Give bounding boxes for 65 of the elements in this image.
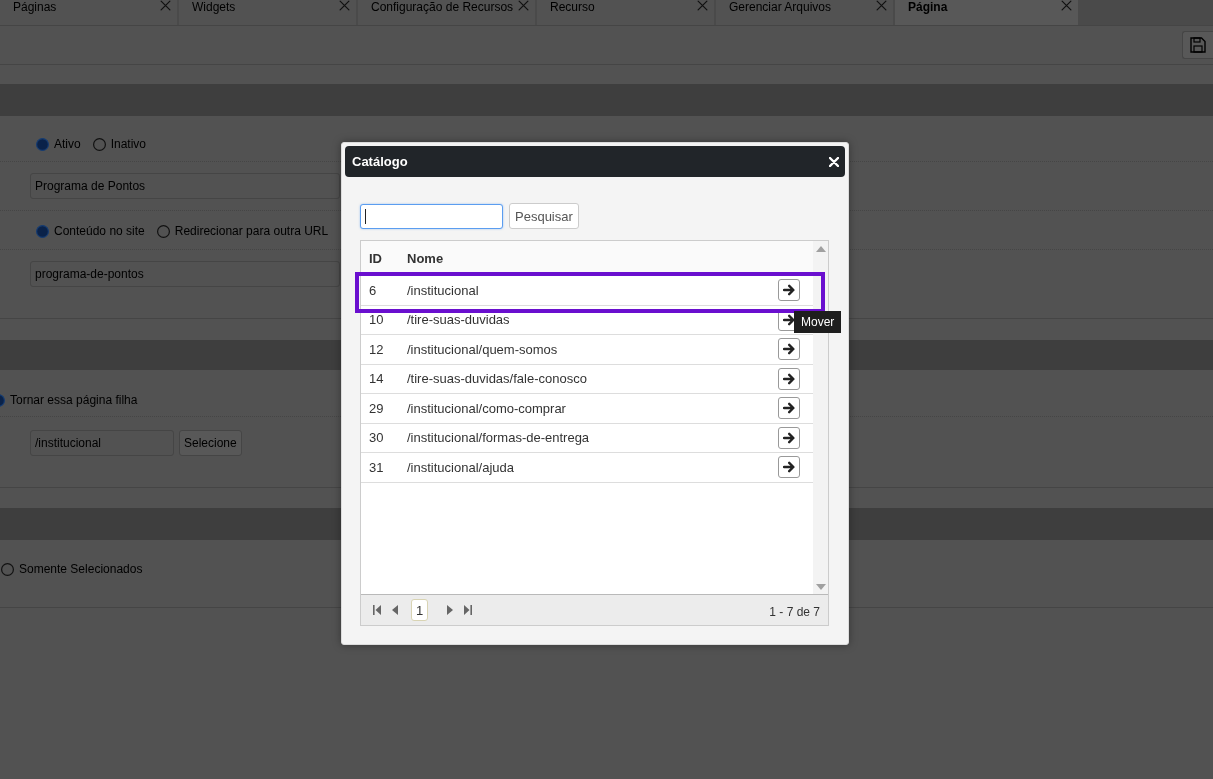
page-summary: 1 - 7 de 7 [769,604,820,619]
arrow-button[interactable] [778,279,800,302]
radio-label[interactable]: Tornar essa página filha [10,393,138,408]
arrow-right-icon [783,402,795,415]
column-header: Nome [407,250,444,266]
tab[interactable]: Páginas [0,0,177,25]
column-header: ID [368,250,383,266]
table-cell-text: /tire-suas-duvidas [407,312,511,328]
arrow-right-icon [783,431,795,444]
radio-button[interactable] [92,138,106,151]
table-cell-text: /institucional/ajuda [407,459,515,475]
modal-title: Catálogo [352,154,408,169]
search-field[interactable] [360,203,503,229]
scroll-up-icon[interactable] [815,246,826,252]
table-cell-text: 31 [368,459,385,475]
radio-label[interactable]: Inativo [110,137,147,152]
text-field[interactable]: programa-de-pontos [30,261,340,287]
select-button[interactable]: Selecione [179,430,242,456]
arrow-button[interactable] [778,367,800,390]
radio-label[interactable]: Redirecionar para outra URL [174,224,329,239]
arrow-right-icon [783,372,795,385]
table-cell-text: 29 [368,400,385,416]
radio-button[interactable] [1,563,14,576]
arrow-right-icon [783,284,795,297]
tab[interactable]: Recurso [537,0,714,25]
radio-button[interactable] [36,225,49,238]
tab[interactable]: Gerenciar Arquivos [716,0,893,25]
radio-button[interactable] [156,225,170,238]
text-field[interactable]: /institucional [30,430,174,456]
page-button[interactable]: 1 [411,599,429,621]
table-cell-text: /institucional/formas-de-entrega [407,430,591,446]
arrow-button[interactable] [778,456,800,479]
next-page-icon[interactable] [446,605,455,615]
table-cell-text: /institucional/como-comprar [407,400,567,416]
save-icon [1190,37,1206,53]
save-button[interactable] [1182,31,1213,59]
arrow-right-icon [783,313,795,326]
arrow-right-icon [783,461,795,474]
last-page-icon[interactable] [464,605,473,615]
tab[interactable]: Configuração de Recursos [358,0,535,25]
tooltip: Mover [794,311,842,334]
radio-button[interactable] [36,138,49,151]
arrow-button[interactable] [778,338,800,361]
previous-page-icon[interactable] [391,605,399,615]
first-page-icon[interactable] [373,605,381,615]
arrow-right-icon [783,343,795,356]
table-cell-text: 12 [368,341,385,357]
arrow-button[interactable] [778,397,800,420]
table-cell-text: /tire-suas-duvidas/fale-conosco [407,371,588,387]
tab[interactable]: Widgets [179,0,356,25]
radio-label[interactable]: Conteúdo no site [54,224,145,239]
table-cell-text: 14 [368,371,385,387]
table-cell-text: 30 [368,430,385,446]
table-cell-text: 10 [368,312,385,328]
table-cell-text: /institucional [407,282,480,298]
text-cursor-icon [365,208,366,224]
text-field[interactable]: Programa de Pontos [30,173,340,199]
radio-label[interactable]: Ativo [54,137,81,152]
search-button[interactable]: Pesquisar [509,203,579,229]
scroll-down-icon[interactable] [815,584,826,590]
radio-label[interactable]: Somente Selecionados [19,562,143,577]
table-cell-text: /institucional/quem-somos [407,341,559,357]
tab[interactable]: Página [895,0,1078,25]
arrow-button[interactable] [778,426,800,449]
table-cell-text: 6 [368,282,378,298]
